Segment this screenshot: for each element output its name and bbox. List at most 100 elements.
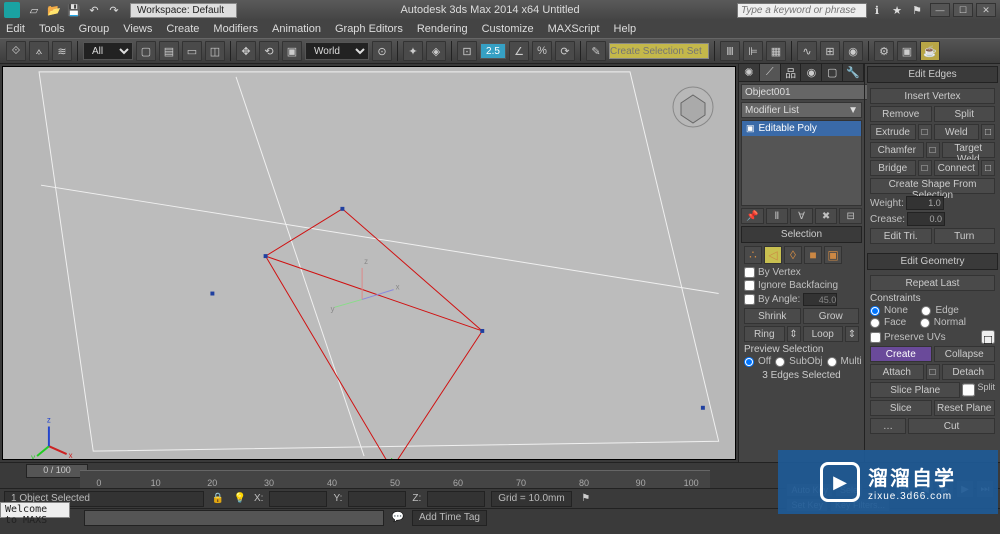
- menu-graph-editors[interactable]: Graph Editors: [335, 23, 403, 35]
- modifier-list-dropdown[interactable]: Modifier List▼: [741, 102, 862, 118]
- edit-edges-header[interactable]: Edit Edges: [867, 66, 998, 83]
- save-file-icon[interactable]: 💾: [66, 2, 82, 18]
- menu-modifiers[interactable]: Modifiers: [213, 23, 258, 35]
- remove-button[interactable]: Remove: [870, 106, 932, 122]
- select-rotate-icon[interactable]: ⟲: [259, 41, 279, 61]
- script-listener[interactable]: [84, 510, 384, 526]
- material-editor-icon[interactable]: ◉: [843, 41, 863, 61]
- menu-rendering[interactable]: Rendering: [417, 23, 468, 35]
- menu-customize[interactable]: Customize: [482, 23, 534, 35]
- show-end-result-icon[interactable]: Ⅱ: [766, 208, 789, 224]
- preview-subobj-radio[interactable]: [775, 357, 785, 367]
- comm-center-toggle-icon[interactable]: 💬: [390, 510, 406, 526]
- close-button[interactable]: ✕: [976, 3, 996, 17]
- slice-plane-button[interactable]: Slice Plane: [870, 382, 960, 398]
- preserve-uvs-checkbox[interactable]: [870, 332, 881, 343]
- split-checkbox[interactable]: [962, 382, 975, 398]
- constraint-normal-radio[interactable]: [920, 318, 930, 328]
- menu-maxscript[interactable]: MAXScript: [548, 23, 600, 35]
- z-coord-field[interactable]: [427, 491, 485, 507]
- target-weld-button[interactable]: Target Weld: [942, 142, 996, 158]
- insert-vertex-button[interactable]: Insert Vertex: [870, 88, 995, 104]
- create-button[interactable]: Create: [870, 346, 932, 362]
- subobj-vertex-icon[interactable]: ∴: [744, 246, 762, 264]
- detach-button[interactable]: Detach: [942, 364, 996, 380]
- attach-button[interactable]: Attach: [870, 364, 924, 380]
- y-coord-field[interactable]: [348, 491, 406, 507]
- edit-tri-button[interactable]: Edit Tri.: [870, 228, 932, 244]
- chamfer-button[interactable]: Chamfer: [870, 142, 924, 158]
- layer-manager-icon[interactable]: ▦: [766, 41, 786, 61]
- constraint-face-radio[interactable]: [870, 318, 880, 328]
- spinner-snap-icon[interactable]: ⟳: [555, 41, 575, 61]
- modifier-stack[interactable]: Editable Poly: [741, 120, 862, 206]
- repeat-last-button[interactable]: Repeat Last: [870, 275, 995, 291]
- extrude-settings-icon[interactable]: □: [918, 124, 932, 140]
- ring-button[interactable]: Ring: [744, 326, 785, 342]
- tab-display-icon[interactable]: ▢: [822, 64, 843, 81]
- constraint-none-radio[interactable]: [870, 306, 880, 316]
- undo-icon[interactable]: ↶: [86, 2, 102, 18]
- viewport-perspective[interactable]: z y x x y z: [2, 66, 736, 460]
- subobj-border-icon[interactable]: ◊: [784, 246, 802, 264]
- angle-snap-icon[interactable]: ∠: [509, 41, 529, 61]
- percent-snap-icon[interactable]: %: [532, 41, 552, 61]
- ring-spinner-icon[interactable]: ⇕: [787, 326, 801, 342]
- pin-stack-icon[interactable]: 📌: [741, 208, 764, 224]
- tab-motion-icon[interactable]: ◉: [801, 64, 822, 81]
- turn-button[interactable]: Turn: [934, 228, 996, 244]
- preserve-uvs-settings-icon[interactable]: □: [981, 330, 995, 344]
- configure-sets-icon[interactable]: ⊟: [839, 208, 862, 224]
- align-icon[interactable]: ⊫: [743, 41, 763, 61]
- bridge-button[interactable]: Bridge: [870, 160, 916, 176]
- by-angle-input[interactable]: [803, 293, 837, 306]
- track-bar-ruler[interactable]: 0 10 20 30 40 50 60 70 80 90 100: [80, 470, 710, 488]
- by-vertex-checkbox[interactable]: [744, 267, 755, 278]
- object-name-input[interactable]: [741, 84, 881, 100]
- menu-create[interactable]: Create: [166, 23, 199, 35]
- tab-utilities-icon[interactable]: 🔧: [843, 64, 864, 81]
- bridge-settings-icon[interactable]: □: [918, 160, 932, 176]
- loop-button[interactable]: Loop: [803, 326, 844, 342]
- collapse-button[interactable]: Collapse: [934, 346, 996, 362]
- snap-toggle-icon[interactable]: ⊡: [457, 41, 477, 61]
- new-file-icon[interactable]: ▱: [26, 2, 42, 18]
- grow-button[interactable]: Grow: [803, 308, 860, 324]
- edit-geometry-header[interactable]: Edit Geometry: [867, 253, 998, 270]
- weld-settings-icon[interactable]: □: [981, 124, 995, 140]
- quickslice-button[interactable]: …: [870, 418, 906, 434]
- slice-button[interactable]: Slice: [870, 400, 932, 416]
- viewcube[interactable]: [671, 85, 715, 129]
- select-region-icon[interactable]: ▭: [182, 41, 202, 61]
- ignore-backfacing-checkbox[interactable]: [744, 280, 755, 291]
- mirror-icon[interactable]: Ⅲ: [720, 41, 740, 61]
- split-button[interactable]: Split: [934, 106, 996, 122]
- time-config-icon[interactable]: ⚑: [578, 491, 594, 507]
- shrink-button[interactable]: Shrink: [744, 308, 801, 324]
- attach-list-icon[interactable]: □: [926, 364, 940, 380]
- weight-input[interactable]: [906, 196, 944, 210]
- cut-button[interactable]: Cut: [908, 418, 995, 434]
- time-slider[interactable]: 0 / 100: [26, 464, 88, 478]
- selection-lock-icon[interactable]: 🔒: [210, 491, 226, 507]
- chamfer-settings-icon[interactable]: □: [926, 142, 940, 158]
- tab-create-icon[interactable]: ✺: [739, 64, 760, 81]
- weld-button[interactable]: Weld: [934, 124, 980, 140]
- by-angle-checkbox[interactable]: [744, 294, 755, 305]
- minimize-button[interactable]: —: [930, 3, 950, 17]
- loop-spinner-icon[interactable]: ⇕: [845, 326, 859, 342]
- isolate-selection-icon[interactable]: 💡: [232, 491, 248, 507]
- preview-off-radio[interactable]: [744, 357, 754, 367]
- preview-multi-radio[interactable]: [827, 357, 837, 367]
- use-pivot-center-icon[interactable]: ⊙: [372, 41, 392, 61]
- menu-edit[interactable]: Edit: [6, 23, 25, 35]
- angle-snap-input[interactable]: [480, 43, 506, 59]
- link-icon[interactable]: ⟐: [6, 41, 26, 61]
- create-shape-button[interactable]: Create Shape From Selection: [870, 178, 995, 194]
- help-search-input[interactable]: [737, 3, 867, 18]
- comm-center-icon[interactable]: ⚑: [909, 2, 925, 18]
- star-icon[interactable]: ★: [889, 2, 905, 18]
- menu-tools[interactable]: Tools: [39, 23, 65, 35]
- x-coord-field[interactable]: [269, 491, 327, 507]
- menu-group[interactable]: Group: [79, 23, 110, 35]
